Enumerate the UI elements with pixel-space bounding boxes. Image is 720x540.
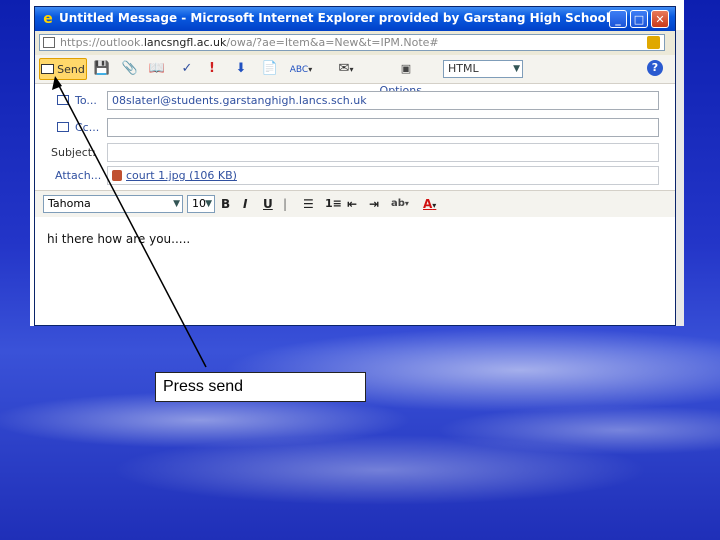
to-value: 08slaterl@students.garstanghigh.lancs.sc… (112, 94, 367, 107)
cc-address-book-icon (57, 122, 69, 132)
window-title: Untitled Message - Microsoft Internet Ex… (59, 11, 610, 25)
to-field[interactable]: 08slaterl@students.garstanghigh.lancs.sc… (107, 91, 659, 110)
subject-field[interactable] (107, 143, 659, 162)
to-button[interactable]: To... (75, 94, 97, 107)
subject-label: Subject: (51, 146, 96, 159)
spelling-icon[interactable]: ABC▾ (287, 58, 315, 80)
underline-button[interactable]: U (263, 196, 273, 212)
formatting-toolbar: Tahoma ▼ 10 ▼ B I U | ☰ 1≡ ⇤ ⇥ ab▾ A▾ (35, 190, 675, 218)
body-text: hi there how are you..... (47, 232, 191, 246)
maximize-button[interactable]: □ (630, 10, 648, 28)
low-importance-icon[interactable]: ⬇ (233, 58, 249, 80)
bullet-list-icon[interactable]: ☰ (303, 196, 314, 212)
lock-icon[interactable] (647, 36, 660, 49)
chevron-down-icon: ▼ (173, 199, 180, 209)
highlight-icon[interactable]: ab▾ (391, 196, 409, 212)
callout-text: Press send (163, 378, 244, 395)
attach-icon[interactable]: 📎 (121, 58, 139, 80)
chevron-down-icon: ▼ (513, 64, 520, 74)
attachment-link[interactable]: court 1.jpg (106 KB) (126, 169, 237, 182)
options-icon: ▣ (400, 62, 412, 75)
signature-icon[interactable]: ✉▾ (331, 58, 361, 80)
decrease-indent-icon[interactable]: ⇤ (347, 196, 357, 212)
send-button[interactable]: Send (39, 58, 87, 80)
title-bar: e Untitled Message - Microsoft Internet … (35, 7, 675, 31)
image-file-icon (112, 170, 122, 181)
instruction-callout: Press send (155, 372, 366, 402)
separator: | (283, 197, 288, 211)
to-row: To... 08slaterl@students.garstanghigh.la… (35, 88, 675, 114)
check-names-icon[interactable]: ✓ (177, 58, 197, 80)
numbered-list-icon[interactable]: 1≡ (325, 196, 342, 212)
save-icon[interactable]: 💾 (93, 58, 111, 80)
cc-button[interactable]: Cc... (75, 121, 99, 134)
bold-button[interactable]: B (221, 196, 230, 212)
cc-row: Cc... (35, 115, 675, 141)
message-options-icon[interactable]: 📄 (261, 58, 279, 80)
attach-button[interactable]: Attach... (55, 169, 101, 182)
attach-row: Attach... court 1.jpg (106 KB) (35, 163, 675, 189)
address-book-icon[interactable]: 📖 (147, 58, 167, 80)
font-name-select[interactable]: Tahoma ▼ (43, 195, 183, 213)
internet-explorer-icon: e (43, 11, 53, 27)
options-button[interactable]: ▣ Options... (373, 58, 439, 97)
compose-window: e Untitled Message - Microsoft Internet … (34, 6, 676, 326)
url-field[interactable]: https://outlook.lancsngfl.ac.uk/owa/?ae=… (39, 34, 665, 51)
address-bar: https://outlook.lancsngfl.ac.uk/owa/?ae=… (35, 31, 675, 56)
font-size-select[interactable]: 10 ▼ (187, 195, 215, 213)
close-button[interactable]: ✕ (651, 10, 669, 28)
to-address-book-icon (57, 95, 69, 105)
high-importance-icon[interactable]: ! (205, 58, 219, 80)
message-toolbar: Send 💾 📎 📖 ✓ ! ⬇ 📄 ABC▾ ✉▾ ▣ Options... … (35, 55, 675, 97)
message-body[interactable]: hi there how are you..... (35, 217, 675, 325)
font-color-icon[interactable]: A▾ (423, 196, 436, 214)
minimize-button[interactable]: _ (609, 10, 627, 28)
increase-indent-icon[interactable]: ⇥ (369, 196, 379, 212)
send-envelope-icon (41, 64, 55, 74)
chevron-down-icon: ▼ (205, 199, 212, 209)
page-icon (43, 37, 55, 48)
cc-field[interactable] (107, 118, 659, 137)
italic-button[interactable]: I (243, 196, 247, 212)
url-text: https://outlook.lancsngfl.ac.uk/owa/?ae=… (60, 36, 439, 49)
help-icon[interactable]: ? (647, 60, 663, 76)
attachment-list: court 1.jpg (106 KB) (107, 166, 659, 185)
format-select[interactable]: HTML ▼ (443, 60, 523, 78)
